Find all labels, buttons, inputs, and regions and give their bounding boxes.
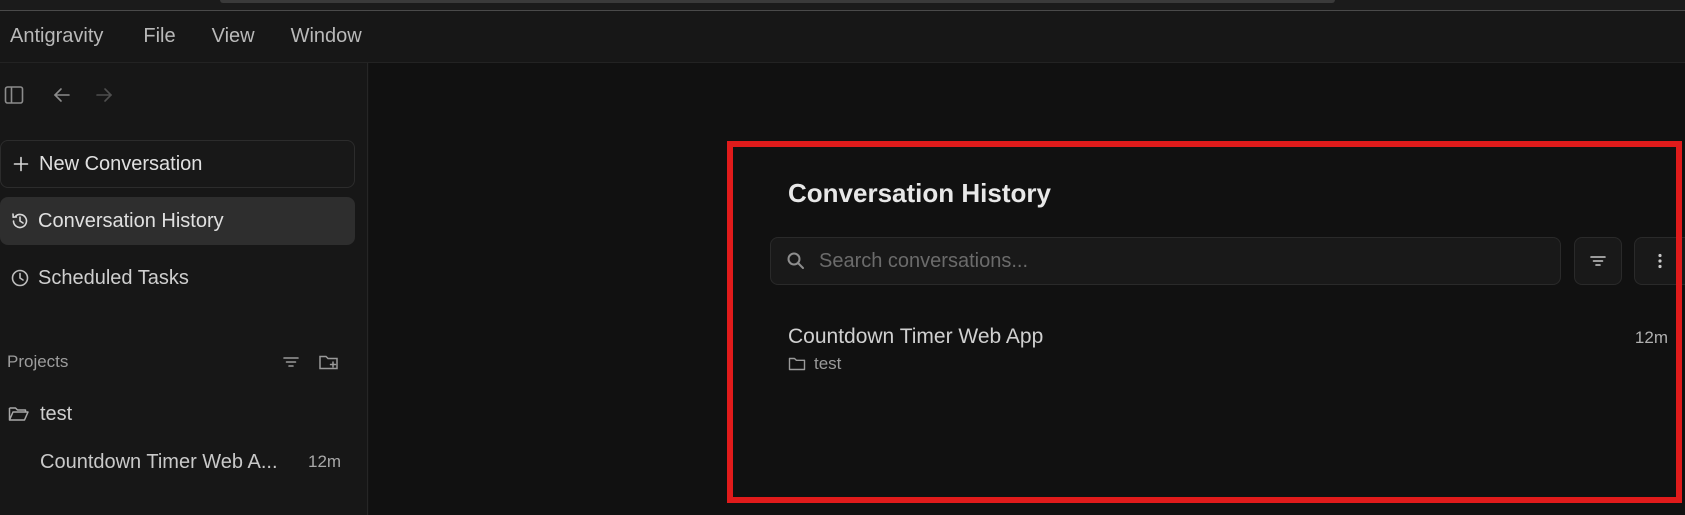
scheduled-tasks-label: Scheduled Tasks <box>38 266 189 289</box>
menu-bar: Antigravity File View Window <box>0 11 1685 63</box>
top-scroll-indicator <box>220 0 1335 3</box>
new-folder-icon[interactable] <box>317 350 341 374</box>
main-area <box>369 63 1685 515</box>
clock-icon <box>0 254 38 302</box>
folder-icon <box>788 356 814 372</box>
projects-label: Projects <box>7 352 69 371</box>
menu-view[interactable]: View <box>202 25 273 48</box>
history-icon <box>0 197 38 245</box>
conversation-row[interactable]: Countdown Timer Web App 12m test <box>788 323 1668 379</box>
plus-icon <box>1 140 39 188</box>
conversation-title: Countdown Timer Web App <box>788 325 1044 348</box>
sidebar-toolbar <box>0 75 200 115</box>
menu-antigravity[interactable]: Antigravity <box>0 25 121 48</box>
more-options-button[interactable] <box>1634 237 1685 285</box>
conversation-history-label: Conversation History <box>38 209 224 232</box>
conversation-time: 12m <box>1634 328 1668 347</box>
project-conversation-item[interactable]: Countdown Timer Web A... 12m <box>40 448 350 478</box>
arrow-right-icon[interactable] <box>90 81 118 109</box>
sidebar: New Conversation Conversation History Sc… <box>0 63 368 515</box>
menu-file[interactable]: File <box>133 25 193 48</box>
new-conversation-button[interactable]: New Conversation <box>0 140 355 188</box>
scheduled-tasks-nav-item[interactable]: Scheduled Tasks <box>0 254 355 302</box>
arrow-left-icon[interactable] <box>48 81 76 109</box>
folder-open-icon <box>8 405 40 423</box>
sidebar-toggle-icon[interactable] <box>0 81 28 109</box>
conversation-project-name: test <box>814 354 842 373</box>
project-name: test <box>40 402 73 425</box>
new-conversation-label: New Conversation <box>39 152 203 175</box>
project-conversation-time: 12m <box>308 452 342 471</box>
search-input[interactable] <box>817 248 1537 274</box>
filter-button[interactable] <box>1574 237 1622 285</box>
project-conversation-title: Countdown Timer Web A... <box>40 451 278 473</box>
menu-window[interactable]: Window <box>281 25 380 48</box>
search-field[interactable] <box>770 237 1561 285</box>
filter-icon[interactable] <box>279 350 303 374</box>
search-icon <box>771 251 817 271</box>
page-title: Conversation History <box>788 178 1051 208</box>
conversation-project: test <box>788 354 841 374</box>
projects-header: Projects <box>7 350 347 376</box>
filter-icon <box>1588 251 1608 271</box>
more-vertical-icon <box>1656 251 1664 271</box>
conversation-history-nav-item[interactable]: Conversation History <box>0 197 355 245</box>
project-folder-test[interactable]: test <box>8 399 72 429</box>
window-top-strip <box>0 0 1685 11</box>
